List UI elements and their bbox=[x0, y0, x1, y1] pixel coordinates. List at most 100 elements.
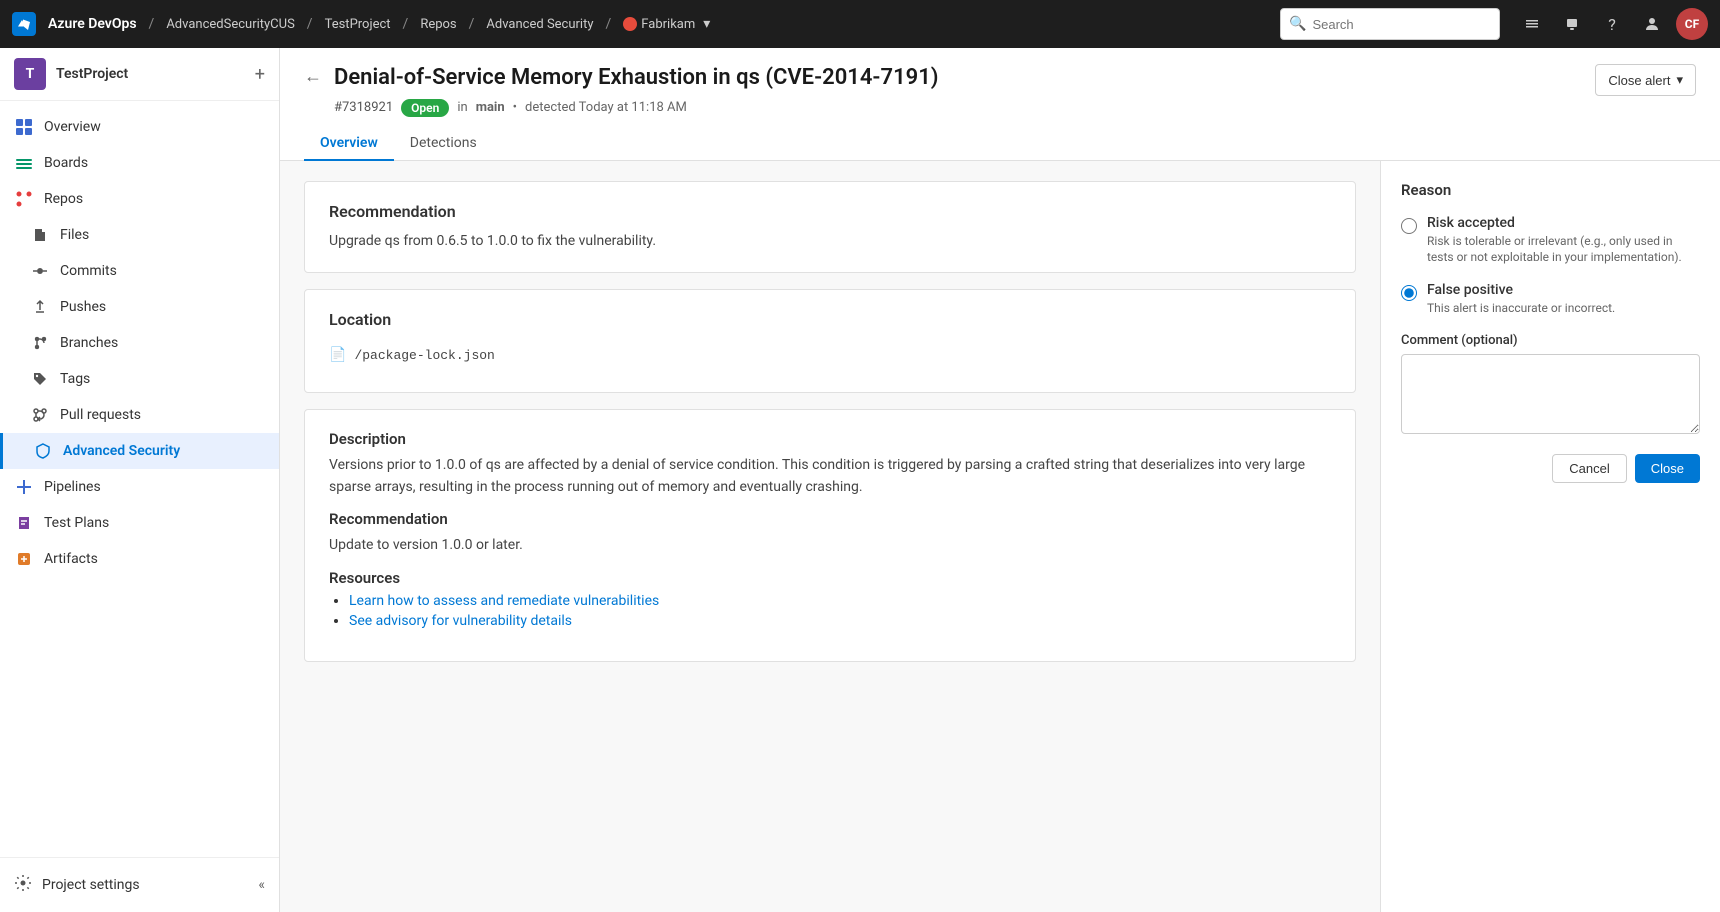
description-text: Versions prior to 1.0.0 of qs are affect… bbox=[329, 454, 1331, 499]
alert-title-row: ← Denial-of-Service Memory Exhaustion in… bbox=[304, 64, 1696, 117]
breadcrumb-advsecurity[interactable]: Advanced Security bbox=[486, 17, 593, 32]
sidebar-item-pushes[interactable]: Pushes bbox=[0, 289, 279, 325]
radio-risk-accepted-input[interactable] bbox=[1401, 218, 1417, 234]
project-name[interactable]: TestProject bbox=[56, 66, 245, 82]
sidebar-label-branches: Branches bbox=[60, 335, 118, 351]
sidebar-label-files: Files bbox=[60, 227, 89, 243]
location-filepath: /package-lock.json bbox=[354, 348, 494, 363]
alert-meta: #7318921 Open in main • detected Today a… bbox=[334, 99, 1595, 117]
help-icon-btn[interactable]: ? bbox=[1596, 8, 1628, 40]
top-navigation: Azure DevOps / AdvancedSecurityCUS / Tes… bbox=[0, 0, 1720, 48]
radio-false-positive-input[interactable] bbox=[1401, 285, 1417, 301]
project-settings-left: Project settings bbox=[14, 874, 140, 896]
alert-id: #7318921 bbox=[334, 100, 393, 115]
radio-risk-accepted: Risk accepted Risk is tolerable or irrel… bbox=[1401, 215, 1700, 267]
tab-detections[interactable]: Detections bbox=[394, 127, 493, 161]
sidebar-item-artifacts[interactable]: Artifacts bbox=[0, 541, 279, 577]
tags-icon bbox=[30, 369, 50, 389]
sidebar-item-branches[interactable]: Branches bbox=[0, 325, 279, 361]
sidebar-item-commits[interactable]: Commits bbox=[0, 253, 279, 289]
location-file[interactable]: 📄 /package-lock.json bbox=[329, 339, 1331, 372]
cancel-close-button[interactable]: Cancel bbox=[1552, 454, 1626, 483]
alert-title: Denial-of-Service Memory Exhaustion in q… bbox=[334, 64, 1595, 93]
back-button[interactable]: ← bbox=[304, 66, 322, 87]
collapse-sidebar-btn[interactable]: « bbox=[258, 877, 265, 893]
radio-false-positive-content: False positive This alert is inaccurate … bbox=[1427, 282, 1615, 317]
sidebar-item-advanced-security[interactable]: Advanced Security bbox=[0, 433, 279, 469]
radio-risk-accepted-desc: Risk is tolerable or irrelevant (e.g., o… bbox=[1427, 233, 1700, 267]
sidebar-label-overview: Overview bbox=[44, 119, 101, 135]
repos-icon bbox=[14, 189, 34, 209]
tab-overview[interactable]: Overview bbox=[304, 127, 394, 161]
alert-separator: • bbox=[513, 100, 517, 115]
description-heading: Description bbox=[329, 430, 1331, 448]
sidebar-item-overview[interactable]: Overview bbox=[0, 109, 279, 145]
sidebar-item-pipelines[interactable]: Pipelines bbox=[0, 469, 279, 505]
sidebar-item-test-plans[interactable]: Test Plans bbox=[0, 505, 279, 541]
alert-branch-text: in bbox=[457, 100, 467, 115]
resource-item-1: Learn how to assess and remediate vulner… bbox=[349, 593, 1331, 609]
breadcrumb-repos[interactable]: Repos bbox=[420, 17, 456, 32]
resource-item-2: See advisory for vulnerability details bbox=[349, 613, 1331, 629]
sidebar-item-repos[interactable]: Repos bbox=[0, 181, 279, 217]
sidebar-label-commits: Commits bbox=[60, 263, 117, 279]
panel-reason-title: Reason bbox=[1401, 181, 1700, 199]
radio-false-positive-label: False positive bbox=[1427, 282, 1615, 298]
resource-link-2[interactable]: See advisory for vulnerability details bbox=[349, 613, 572, 629]
search-box[interactable]: 🔍 bbox=[1280, 8, 1500, 40]
description-card: Description Versions prior to 1.0.0 of q… bbox=[304, 409, 1356, 662]
sidebar: T TestProject + Overview Boards bbox=[0, 48, 280, 912]
settings-icon-btn[interactable] bbox=[1516, 8, 1548, 40]
settings-icon bbox=[14, 874, 32, 896]
main-content: ← Denial-of-Service Memory Exhaustion in… bbox=[280, 48, 1720, 912]
sidebar-item-files[interactable]: Files bbox=[0, 217, 279, 253]
testplans-icon bbox=[14, 513, 34, 533]
sidebar-label-repos: Repos bbox=[44, 191, 83, 207]
search-input[interactable] bbox=[1312, 17, 1491, 32]
resource-link-1[interactable]: Learn how to assess and remediate vulner… bbox=[349, 593, 659, 609]
resources-section: Resources Learn how to assess and remedi… bbox=[329, 569, 1331, 629]
project-settings-label: Project settings bbox=[42, 877, 140, 893]
breadcrumb-project[interactable]: TestProject bbox=[325, 17, 391, 32]
sidebar-label-pull-requests: Pull requests bbox=[60, 407, 141, 423]
comment-textarea[interactable] bbox=[1401, 354, 1700, 434]
add-project-btn[interactable]: + bbox=[255, 64, 265, 85]
breadcrumb-org[interactable]: AdvancedSecurityCUS bbox=[166, 17, 294, 32]
close-alert-dropdown-btn[interactable]: Close alert ▾ bbox=[1595, 64, 1696, 96]
pipelines-icon bbox=[14, 477, 34, 497]
radio-false-positive-desc: This alert is inaccurate or incorrect. bbox=[1427, 300, 1615, 317]
notifications-icon-btn[interactable] bbox=[1556, 8, 1588, 40]
desc-recommendation-heading: Recommendation bbox=[329, 510, 1331, 528]
alert-tabs: Overview Detections bbox=[304, 127, 1696, 160]
sidebar-label-pipelines: Pipelines bbox=[44, 479, 101, 495]
user-avatar[interactable]: CF bbox=[1676, 8, 1708, 40]
breadcrumb-fabrikam[interactable]: Fabrikam bbox=[641, 17, 695, 32]
location-title: Location bbox=[329, 310, 1331, 329]
sidebar-label-artifacts: Artifacts bbox=[44, 551, 98, 567]
close-alert-label: Close alert bbox=[1608, 73, 1670, 88]
alert-branch: main bbox=[476, 100, 505, 115]
breadcrumb-sep-4: / bbox=[469, 16, 475, 32]
recommendation-card: Recommendation Upgrade qs from 0.6.5 to … bbox=[304, 181, 1356, 273]
sidebar-item-tags[interactable]: Tags bbox=[0, 361, 279, 397]
brand-name[interactable]: Azure DevOps bbox=[48, 16, 137, 32]
sidebar-project-settings[interactable]: Project settings « bbox=[0, 866, 279, 904]
sidebar-label-tags: Tags bbox=[60, 371, 90, 387]
pr-icon bbox=[30, 405, 50, 425]
alert-title-content: Denial-of-Service Memory Exhaustion in q… bbox=[334, 64, 1595, 117]
fabrikam-breadcrumb[interactable]: Fabrikam ▾ bbox=[623, 16, 710, 32]
topnav-icon-group: ? CF bbox=[1516, 8, 1708, 40]
sidebar-item-pull-requests[interactable]: Pull requests bbox=[0, 397, 279, 433]
sidebar-item-boards[interactable]: Boards bbox=[0, 145, 279, 181]
overview-icon bbox=[14, 117, 34, 137]
alert-detected: detected Today at 11:18 AM bbox=[525, 100, 687, 115]
confirm-close-button[interactable]: Close bbox=[1635, 454, 1700, 483]
fabrikam-dropdown-icon[interactable]: ▾ bbox=[703, 16, 710, 32]
search-icon: 🔍 bbox=[1289, 16, 1306, 32]
panel-actions: Cancel Close bbox=[1401, 454, 1700, 483]
resources-list: Learn how to assess and remediate vulner… bbox=[329, 593, 1331, 629]
user-settings-icon-btn[interactable] bbox=[1636, 8, 1668, 40]
breadcrumb-sep-2: / bbox=[307, 16, 313, 32]
sidebar-label-advanced-security: Advanced Security bbox=[63, 443, 180, 459]
boards-icon bbox=[14, 153, 34, 173]
